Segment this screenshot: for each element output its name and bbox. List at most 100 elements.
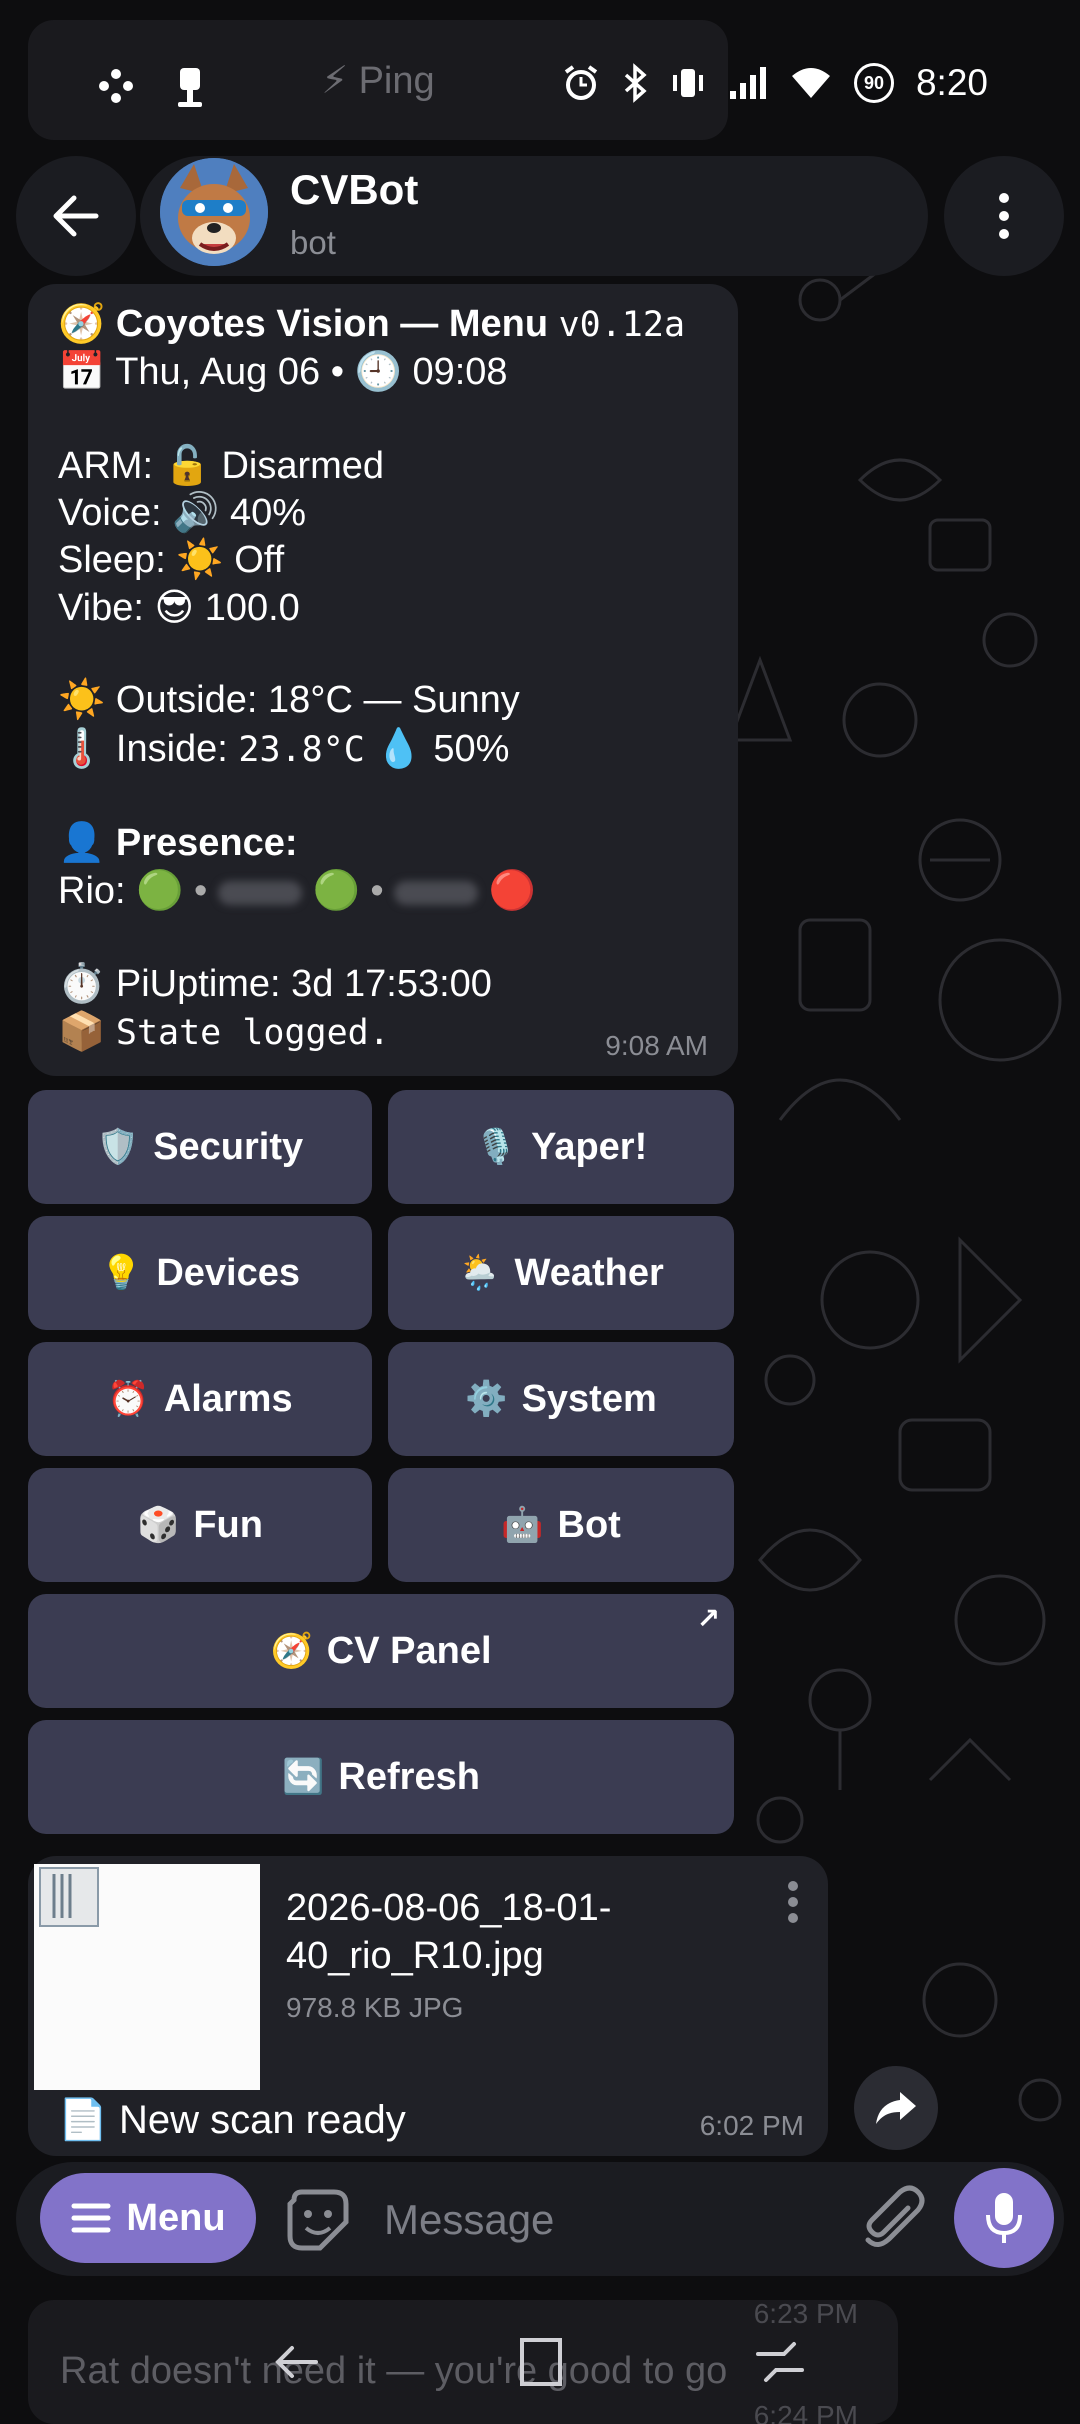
document-icon: 📄 xyxy=(58,2098,108,2142)
menu-label: Menu xyxy=(126,2196,226,2239)
speaker-icon: 🔊 xyxy=(172,492,220,534)
date-value: Thu, Aug 06 xyxy=(115,351,321,393)
redacted-text xyxy=(217,880,302,905)
log-text: State logged. xyxy=(115,1013,390,1053)
robot-icon: 🤖 xyxy=(501,1506,544,1544)
outside-value: 18°C — Sunny xyxy=(267,679,520,721)
sticker-button[interactable] xyxy=(284,2186,352,2254)
gear-icon: ⚙️ xyxy=(465,1380,508,1418)
file-size: 978.8 KB JPG xyxy=(286,1992,464,2023)
paperclip-icon xyxy=(865,2185,925,2247)
yaper-button[interactable]: 🎙️ Yaper! xyxy=(388,1090,734,1204)
signal-icon xyxy=(729,67,766,99)
status-bar: 90 8:20 xyxy=(0,52,1080,132)
alarm-clock-icon: ⏰ xyxy=(107,1380,150,1418)
external-link-icon: ↗ xyxy=(696,1603,720,1634)
message-timestamp: 9:08 AM xyxy=(605,1030,708,1061)
sunglasses-icon: 😎 xyxy=(154,587,195,629)
chat-subtitle: bot xyxy=(290,224,336,261)
voice-value: 40% xyxy=(229,492,307,534)
sun-icon: ☀️ xyxy=(58,679,106,721)
file-caption: 📄 New scan ready xyxy=(58,2098,406,2142)
microphone-icon: 🎙️ xyxy=(474,1128,518,1166)
dice-icon: 🎲 xyxy=(137,1506,180,1544)
arm-line: ARM: 🔓 Disarmed xyxy=(58,445,385,487)
attach-button[interactable] xyxy=(856,2182,932,2258)
bot-button[interactable]: 🤖 Bot xyxy=(388,1468,734,1582)
arm-value: Disarmed xyxy=(221,445,385,487)
bluetooth-icon xyxy=(624,63,647,103)
more-vertical-icon xyxy=(788,1881,798,1923)
message-timestamp: 6:02 PM xyxy=(699,2110,804,2141)
weather-button[interactable]: 🌦️ Weather xyxy=(388,1216,734,1330)
arrow-left-icon xyxy=(53,195,99,237)
humidity-value: 50% xyxy=(433,728,510,770)
uptime-value: 3d 17:53:00 xyxy=(291,963,492,1005)
clock: 8:20 xyxy=(915,62,988,103)
date-line: 📅 Thu, Aug 06 • 🕘 09:08 xyxy=(58,351,508,393)
security-button[interactable]: 🛡️ Security xyxy=(28,1090,372,1204)
lightbulb-icon: 💡 xyxy=(99,1254,143,1292)
menu-version: v0.12a xyxy=(558,305,686,345)
outside-line: ☀️ Outside: 18°C — Sunny xyxy=(58,679,520,721)
time-value: 09:08 xyxy=(412,351,508,393)
refresh-button[interactable]: 🔄 Refresh xyxy=(28,1720,734,1834)
uptime-line: ⏱️ PiUptime: 3d 17:53:00 xyxy=(58,963,492,1005)
vibe-value: 100.0 xyxy=(204,587,300,629)
microphone-icon xyxy=(986,2193,1022,2243)
file-thumbnail[interactable] xyxy=(34,1864,260,2090)
devices-button[interactable]: 💡 Devices xyxy=(28,1216,372,1330)
fun-button[interactable]: 🎲 Fun xyxy=(28,1468,372,1582)
menu-icon xyxy=(71,2203,111,2233)
vibrate-icon xyxy=(672,69,703,97)
share-arrow-icon xyxy=(876,2092,916,2124)
weather-icon: 🌦️ xyxy=(458,1254,501,1292)
slack-notification-icon xyxy=(99,69,133,103)
voice-record-button[interactable] xyxy=(954,2168,1054,2268)
status-red-icon: 🔴 xyxy=(488,870,537,912)
droplet-icon: 💧 xyxy=(375,728,423,770)
nav-home-button[interactable] xyxy=(500,2330,580,2394)
accessibility-notification-icon xyxy=(178,68,202,107)
alarm-icon xyxy=(564,65,598,100)
shield-icon: 🛡️ xyxy=(96,1128,140,1166)
nav-back-icon xyxy=(275,2346,318,2378)
battery-icon: 90 xyxy=(853,63,894,103)
file-message: 2026-08-06_18-01-40_rio_R10.jpg 978.8 KB… xyxy=(28,1856,828,2156)
clock-icon: 🕘 xyxy=(354,351,402,393)
system-button[interactable]: ⚙️ System xyxy=(388,1342,734,1456)
refresh-icon: 🔄 xyxy=(282,1758,325,1796)
presence-heading: 👤 Presence: xyxy=(58,822,298,864)
more-options-button[interactable] xyxy=(944,156,1064,276)
presence-line: Rio: 🟢 • 🟢 • 🔴 xyxy=(58,870,537,912)
message-input[interactable] xyxy=(384,2186,834,2254)
sleep-line: Sleep: ☀️ Off xyxy=(58,539,285,581)
nav-recents-icon xyxy=(756,2342,804,2382)
chat-title: CVBot xyxy=(290,166,419,213)
alarms-button[interactable]: ⏰ Alarms xyxy=(28,1342,372,1456)
sticker-icon xyxy=(287,2189,349,2251)
status-green-icon: 🟢 xyxy=(136,870,184,912)
calendar-icon: 📅 xyxy=(58,351,106,393)
sleep-value: Off xyxy=(234,539,285,581)
sun-icon: ☀️ xyxy=(176,539,224,581)
nav-recents-button[interactable] xyxy=(740,2330,820,2394)
compass-icon: 🧭 xyxy=(58,303,106,345)
inside-line: 🌡️ Inside: 23.8°C 💧 50% xyxy=(58,728,510,770)
nav-back-button[interactable] xyxy=(256,2330,336,2394)
cv-panel-button[interactable]: 🧭 CV Panel ↗ xyxy=(28,1594,734,1708)
back-button[interactable] xyxy=(16,156,136,276)
status-green-icon: 🟢 xyxy=(312,870,360,912)
inside-value: 23.8°C xyxy=(238,730,365,770)
forward-button[interactable] xyxy=(854,2066,938,2150)
file-name[interactable]: 2026-08-06_18-01-40_rio_R10.jpg xyxy=(286,1884,766,1980)
file-more-button[interactable] xyxy=(786,1880,800,1929)
person-icon: 👤 xyxy=(58,822,106,864)
bot-menu-button[interactable]: Menu xyxy=(40,2173,256,2263)
presence-name: Rio: xyxy=(58,870,126,912)
redacted-text xyxy=(394,880,479,905)
wifi-icon xyxy=(791,68,830,98)
bot-avatar[interactable] xyxy=(160,158,268,266)
nav-home-icon xyxy=(520,2338,562,2386)
menu-title-line: 🧭 Coyotes Vision — Menu v0.12a xyxy=(58,302,685,346)
